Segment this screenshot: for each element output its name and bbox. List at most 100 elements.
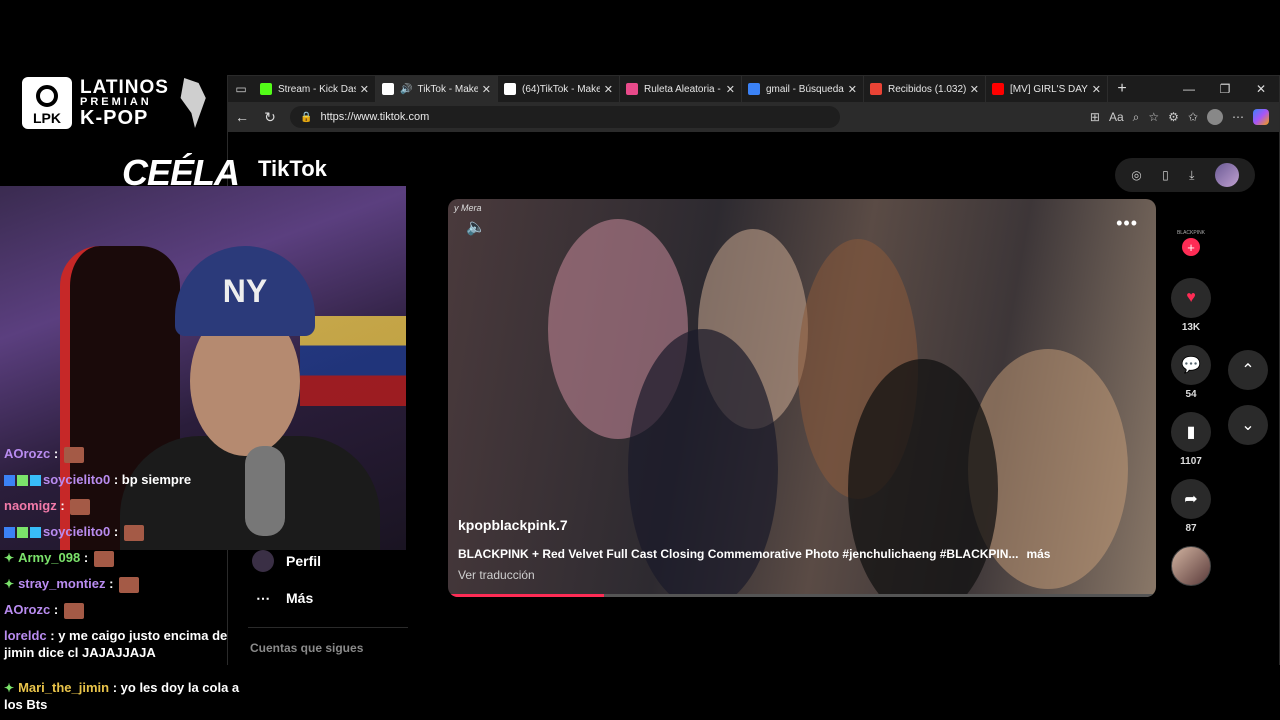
browser-tab[interactable]: (64)TikTok - Make ✕ <box>498 76 620 102</box>
comment-icon[interactable]: 💬 <box>1171 345 1211 385</box>
more-options-icon[interactable]: ••• <box>1116 213 1138 234</box>
favorite-star-icon[interactable]: ☆ <box>1148 110 1159 124</box>
chat-username[interactable]: Mari_the_jimin <box>18 680 109 695</box>
microphone <box>245 446 285 536</box>
tab-title: [MV] GIRL'S DAY( <box>1010 83 1088 95</box>
video-progress-fill <box>448 594 604 597</box>
chat-badge-icon <box>30 527 41 539</box>
close-tab-icon[interactable]: ✕ <box>482 83 491 96</box>
browser-tab[interactable]: 🔊 TikTok - Make ✕ <box>376 76 498 102</box>
description-text: BLACKPINK + Red Velvet Full Cast Closing… <box>458 547 1019 561</box>
back-icon[interactable]: ← <box>228 109 256 125</box>
close-tab-icon[interactable]: ✕ <box>604 83 613 96</box>
tiktok-icon <box>504 83 516 95</box>
url-field[interactable]: 🔒 https://www.tiktok.com <box>290 106 840 128</box>
close-tab-icon[interactable]: ✕ <box>360 83 369 96</box>
volume-icon[interactable]: 🔈 <box>466 217 486 237</box>
lock-icon[interactable]: 🔒 <box>300 112 312 123</box>
close-tab-icon[interactable]: ✕ <box>1092 83 1101 96</box>
subscriber-badge-icon: ✦ <box>4 551 15 565</box>
user-avatar[interactable] <box>1214 163 1239 187</box>
chat-emote-icon <box>63 602 84 619</box>
tab-actions-icon[interactable]: ▭ <box>228 76 254 102</box>
video-author[interactable]: kpopblackpink.7 <box>458 517 568 533</box>
menu-divider <box>248 627 408 628</box>
coin-icon[interactable]: ◎ <box>1131 168 1141 182</box>
tiktok-icon <box>382 83 394 95</box>
chat-message: ✦ Mari_the_jimin : yo les doy la cola a l… <box>4 680 240 714</box>
sound-avatar[interactable] <box>1171 546 1211 586</box>
tab-audio-icon[interactable]: 🔊 <box>400 84 412 95</box>
menu-dots-icon[interactable]: ⋯ <box>1232 110 1244 124</box>
youtube-icon <box>992 83 1004 95</box>
app-icon[interactable]: ⊞ <box>1090 110 1100 124</box>
close-tab-icon[interactable]: ✕ <box>848 83 857 96</box>
chat-message: naomigz : <box>4 498 240 515</box>
gmail-icon <box>870 83 882 95</box>
ny-cap: NY <box>175 246 315 336</box>
share-icon[interactable]: ➦ <box>1171 479 1211 519</box>
tiktok-top-tools: ◎ ▯ ⤓ <box>1115 158 1255 192</box>
bookmark-icon[interactable]: ▮ <box>1171 412 1211 452</box>
chat-badge-icon <box>30 475 41 487</box>
comment-count: 54 <box>1185 389 1197 400</box>
browser-tab[interactable]: [MV] GIRL'S DAY( ✕ <box>986 76 1108 102</box>
chat-message: soycielito0 : bp siempre <box>4 472 240 489</box>
copilot-icon[interactable] <box>1253 109 1269 125</box>
creator-brand: BLACKPINK <box>1176 230 1206 236</box>
more-dots-icon: ⋯ <box>256 589 270 606</box>
lpk-badge-text: LPK <box>33 110 61 126</box>
close-tab-icon[interactable]: ✕ <box>970 83 979 96</box>
address-bar: ← ↻ 🔒 https://www.tiktok.com ⊞ Aa ⌕ ☆ ⚙ … <box>228 102 1279 132</box>
next-video-button[interactable]: ⌄ <box>1228 405 1268 445</box>
tab-title: Stream - Kick Dash <box>278 83 356 95</box>
chat-username[interactable]: stray_montiez <box>18 576 105 591</box>
browser-tab[interactable]: Ruleta Aleatoria - ✕ <box>620 76 742 102</box>
like-icon[interactable]: ♥ <box>1171 278 1211 318</box>
close-window-icon[interactable]: ✕ <box>1243 82 1279 96</box>
previous-video-button[interactable]: ⌃ <box>1228 350 1268 390</box>
disc-icon <box>36 85 58 107</box>
toolbar-icons: ⊞ Aa ⌕ ☆ ⚙ ✩ ⋯ <box>1090 109 1279 125</box>
chat-username[interactable]: loreldc <box>4 628 47 643</box>
menu-item-profile[interactable]: Perfil <box>252 550 321 572</box>
chat-username[interactable]: soycielito0 <box>43 472 110 487</box>
video-progress[interactable] <box>448 594 1156 597</box>
chat-username[interactable]: soycielito0 <box>43 524 110 539</box>
more-link[interactable]: más <box>1026 547 1050 561</box>
extensions-icon[interactable]: ⚙ <box>1168 110 1179 124</box>
chat-message: loreldc : y me caigo justo encima de jim… <box>4 628 240 662</box>
chat-badge-icon <box>17 527 28 539</box>
translate-link[interactable]: Ver traducción <box>458 568 535 582</box>
webcam-feed: NY <box>0 186 406 550</box>
restore-icon[interactable]: ❐ <box>1207 82 1243 96</box>
download-icon[interactable]: ⤓ <box>1189 168 1194 183</box>
chat-separator: : <box>105 576 118 591</box>
chat-badge-icon <box>4 475 15 487</box>
follow-plus-icon[interactable]: + <box>1182 238 1200 256</box>
chat-username[interactable]: Army_098 <box>18 550 80 565</box>
read-aloud-icon[interactable]: Aa <box>1109 110 1124 124</box>
chat-username[interactable]: naomigz <box>4 498 57 513</box>
browser-tab[interactable]: gmail - Búsqueda ✕ <box>742 76 864 102</box>
profile-icon[interactable] <box>1207 109 1223 125</box>
video-description: BLACKPINK + Red Velvet Full Cast Closing… <box>458 547 1050 561</box>
video-player[interactable]: y Mera 🔈 ••• kpopblackpink.7 BLACKPINK +… <box>448 199 1156 597</box>
browser-tab[interactable]: Recibidos (1.032) ✕ <box>864 76 986 102</box>
new-tab-button[interactable]: + <box>1108 80 1136 98</box>
minimize-icon[interactable]: — <box>1171 82 1207 96</box>
chat-username[interactable]: AOrozc <box>4 446 50 461</box>
lpk-logo: LPK LATINOS PREMIAN K-POP <box>22 77 213 129</box>
tab-title: (64)TikTok - Make <box>522 83 600 95</box>
chat-separator: : <box>109 680 121 695</box>
refresh-icon[interactable]: ↻ <box>256 109 284 126</box>
browser-tab[interactable]: Stream - Kick Dash ✕ <box>254 76 376 102</box>
close-tab-icon[interactable]: ✕ <box>726 83 735 96</box>
chat-badge-icon <box>4 527 15 539</box>
menu-item-more[interactable]: ⋯ Más <box>252 587 313 609</box>
favorites-icon[interactable]: ✩ <box>1188 110 1198 124</box>
chat-username[interactable]: AOrozc <box>4 602 50 617</box>
chat-emote-icon <box>70 498 91 515</box>
device-icon[interactable]: ▯ <box>1162 168 1169 182</box>
zoom-icon[interactable]: ⌕ <box>1133 110 1140 125</box>
